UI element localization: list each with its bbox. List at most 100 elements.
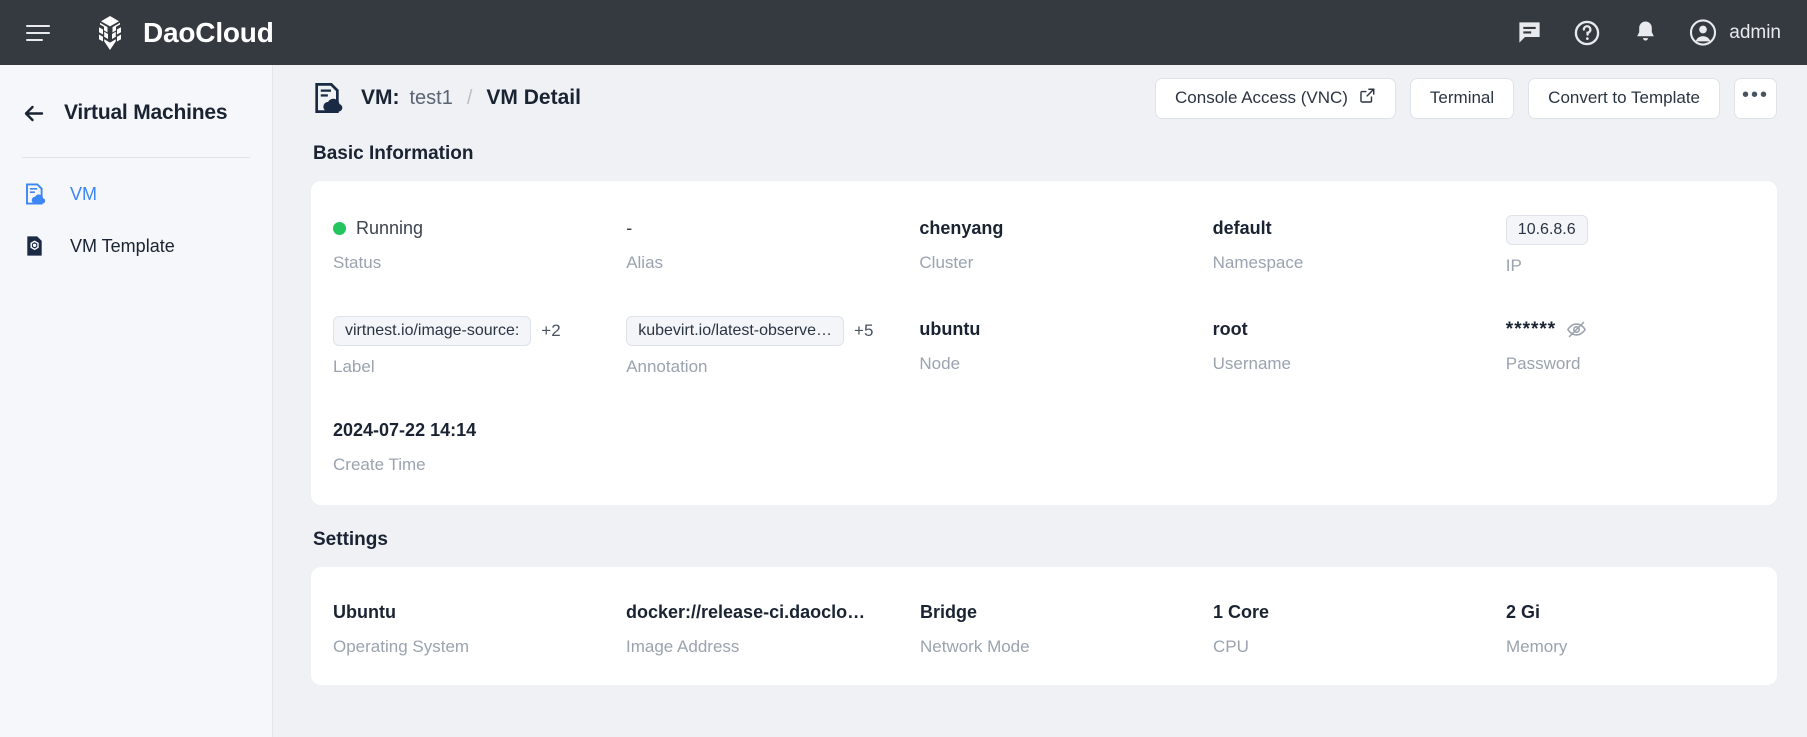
cluster-value: chenyang [919, 215, 1168, 242]
user-menu[interactable]: admin [1689, 19, 1781, 47]
ip-chip-group: 10.6.8.6 [1506, 215, 1755, 245]
basic-information-title: Basic Information [313, 143, 1777, 165]
bell-icon[interactable] [1631, 19, 1659, 47]
field-password: ****** Password [1484, 316, 1777, 377]
sidebar-item-vm-template[interactable]: VM Template [0, 220, 272, 272]
namespace-value: default [1213, 215, 1462, 242]
breadcrumb-separator: / [467, 87, 473, 110]
field-namespace: default Namespace [1191, 215, 1484, 276]
sidebar-item-vm-label: VM [70, 184, 97, 205]
field-cluster: chenyang Cluster [897, 215, 1190, 276]
field-label: Network Mode [920, 637, 1169, 657]
main-content: VM: test1 / VM Detail Console Access (VN… [273, 65, 1807, 737]
breadcrumb-vm-name[interactable]: test1 [410, 87, 453, 110]
status-value: Running [356, 218, 423, 239]
sidebar-divider [22, 157, 250, 158]
sidebar-item-vm[interactable]: VM [0, 168, 272, 220]
breadcrumb-key: VM: [361, 86, 400, 110]
memory-value: 2 Gi [1506, 599, 1755, 626]
settings-title: Settings [313, 529, 1777, 551]
username-label: admin [1729, 22, 1781, 44]
field-label-tags: virtnest.io/image-source: +2 Label [311, 316, 604, 377]
vm-template-icon [22, 233, 48, 259]
user-avatar-icon [1689, 19, 1717, 47]
message-icon[interactable] [1515, 19, 1543, 47]
label-chip-group: virtnest.io/image-source: +2 [333, 316, 582, 346]
field-label: Image Address [626, 637, 876, 657]
hamburger-icon[interactable] [22, 18, 52, 48]
eye-off-icon[interactable] [1566, 319, 1587, 340]
annotation-more-count[interactable]: +5 [854, 321, 873, 341]
settings-row-1: Ubuntu Operating System docker://release… [311, 599, 1777, 657]
node-value: ubuntu [919, 316, 1168, 343]
terminal-button[interactable]: Terminal [1410, 78, 1514, 119]
username-value: root [1213, 316, 1462, 343]
field-operating-system: Ubuntu Operating System [311, 599, 604, 657]
sidebar: Virtual Machines VM [0, 65, 273, 737]
password-masked-value: ****** [1506, 319, 1556, 341]
settings-card: Ubuntu Operating System docker://release… [311, 567, 1777, 685]
field-cpu: 1 Core CPU [1191, 599, 1484, 657]
field-image-address: docker://release-ci.daocloud.i… Image Ad… [604, 599, 898, 657]
field-create-time: 2024-07-22 14:14 Create Time [311, 417, 604, 475]
field-label: Alias [626, 253, 875, 273]
label-chip[interactable]: virtnest.io/image-source: [333, 316, 531, 346]
convert-to-template-button[interactable]: Convert to Template [1528, 78, 1720, 119]
operating-system-value: Ubuntu [333, 599, 582, 626]
field-label: Label [333, 357, 582, 377]
status-dot-icon [333, 222, 346, 235]
sidebar-title: Virtual Machines [64, 101, 227, 125]
arrow-left-icon[interactable] [22, 101, 46, 125]
breadcrumb: VM: test1 / VM Detail [361, 86, 581, 110]
field-network-mode: Bridge Network Mode [898, 599, 1191, 657]
topbar-right-group: admin [1515, 19, 1781, 47]
field-username: root Username [1191, 316, 1484, 377]
top-navigation-bar: DaoCloud [0, 0, 1807, 65]
annotation-chip[interactable]: kubevirt.io/latest-observe… [626, 316, 844, 346]
basic-information-card: Running Status - Alias chenyang Cluster … [311, 181, 1777, 505]
basic-info-row-1: Running Status - Alias chenyang Cluster … [311, 215, 1777, 276]
vm-cloud-icon [22, 181, 48, 207]
label-more-count[interactable]: +2 [541, 321, 560, 341]
daocloud-cube-logo [90, 13, 130, 53]
field-status: Running Status [311, 215, 604, 276]
basic-info-row-2: virtnest.io/image-source: +2 Label kubev… [311, 316, 1777, 377]
field-ip: 10.6.8.6 IP [1484, 215, 1777, 276]
field-alias: - Alias [604, 215, 897, 276]
basic-info-row-3: 2024-07-22 14:14 Create Time [311, 417, 1777, 475]
console-access-vnc-button[interactable]: Console Access (VNC) [1155, 78, 1396, 119]
row-spacer [311, 377, 1777, 417]
status-badge: Running [333, 215, 582, 242]
brand-name: DaoCloud [143, 17, 274, 49]
field-label: Operating System [333, 637, 582, 657]
external-link-icon [1359, 87, 1376, 109]
field-label: Username [1213, 354, 1462, 374]
page-header: VM: test1 / VM Detail Console Access (VN… [273, 65, 1807, 131]
help-circle-icon[interactable] [1573, 19, 1601, 47]
field-annotation-tags: kubevirt.io/latest-observe… +5 Annotatio… [604, 316, 897, 377]
field-label: Password [1506, 354, 1755, 374]
terminal-label: Terminal [1430, 88, 1494, 108]
field-label: Status [333, 253, 582, 273]
password-group: ****** [1506, 316, 1755, 343]
network-mode-value: Bridge [920, 599, 1169, 626]
field-label: Annotation [626, 357, 875, 377]
field-label: Memory [1506, 637, 1755, 657]
image-address-value: docker://release-ci.daocloud.i… [626, 602, 876, 623]
field-memory: 2 Gi Memory [1484, 599, 1777, 657]
app-shell: Virtual Machines VM [0, 65, 1807, 737]
create-time-value: 2024-07-22 14:14 [333, 417, 582, 444]
convert-to-template-label: Convert to Template [1548, 88, 1700, 108]
detail-scroll-area: Basic Information Running Status - Alias [273, 131, 1807, 737]
annotation-chip-group: kubevirt.io/latest-observe… +5 [626, 316, 875, 346]
alias-value: - [626, 215, 875, 242]
cpu-value: 1 Core [1213, 599, 1462, 626]
field-label: Cluster [919, 253, 1168, 273]
sidebar-item-vm-template-label: VM Template [70, 236, 175, 257]
field-label: Create Time [333, 455, 582, 475]
breadcrumb-current: VM Detail [486, 86, 581, 110]
sidebar-back-header[interactable]: Virtual Machines [0, 87, 272, 139]
more-actions-button[interactable]: ••• [1734, 78, 1777, 119]
ip-chip[interactable]: 10.6.8.6 [1506, 215, 1588, 245]
brand-logo-link[interactable]: DaoCloud [90, 13, 274, 53]
